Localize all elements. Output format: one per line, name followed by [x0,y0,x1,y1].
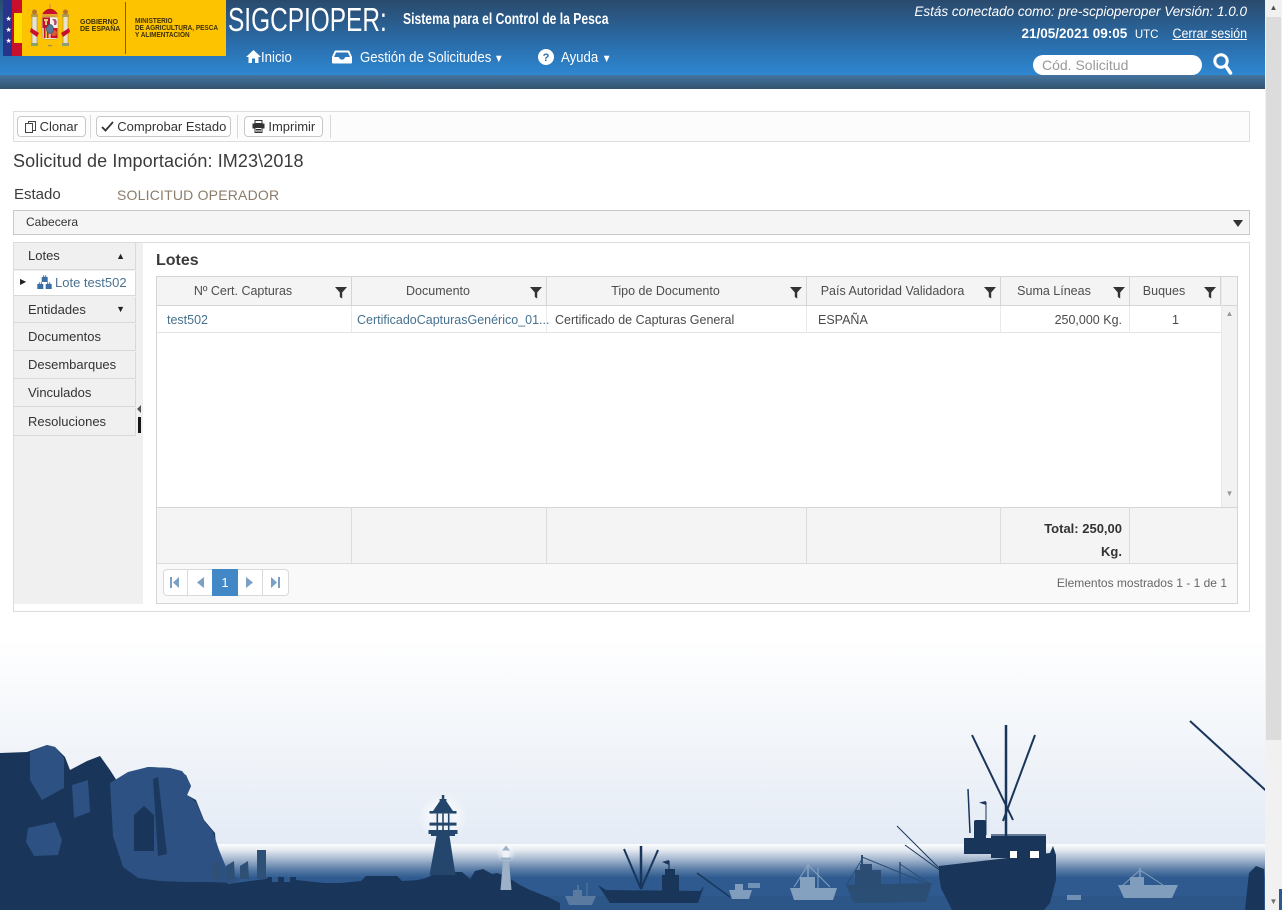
svg-text:?: ? [543,52,550,64]
